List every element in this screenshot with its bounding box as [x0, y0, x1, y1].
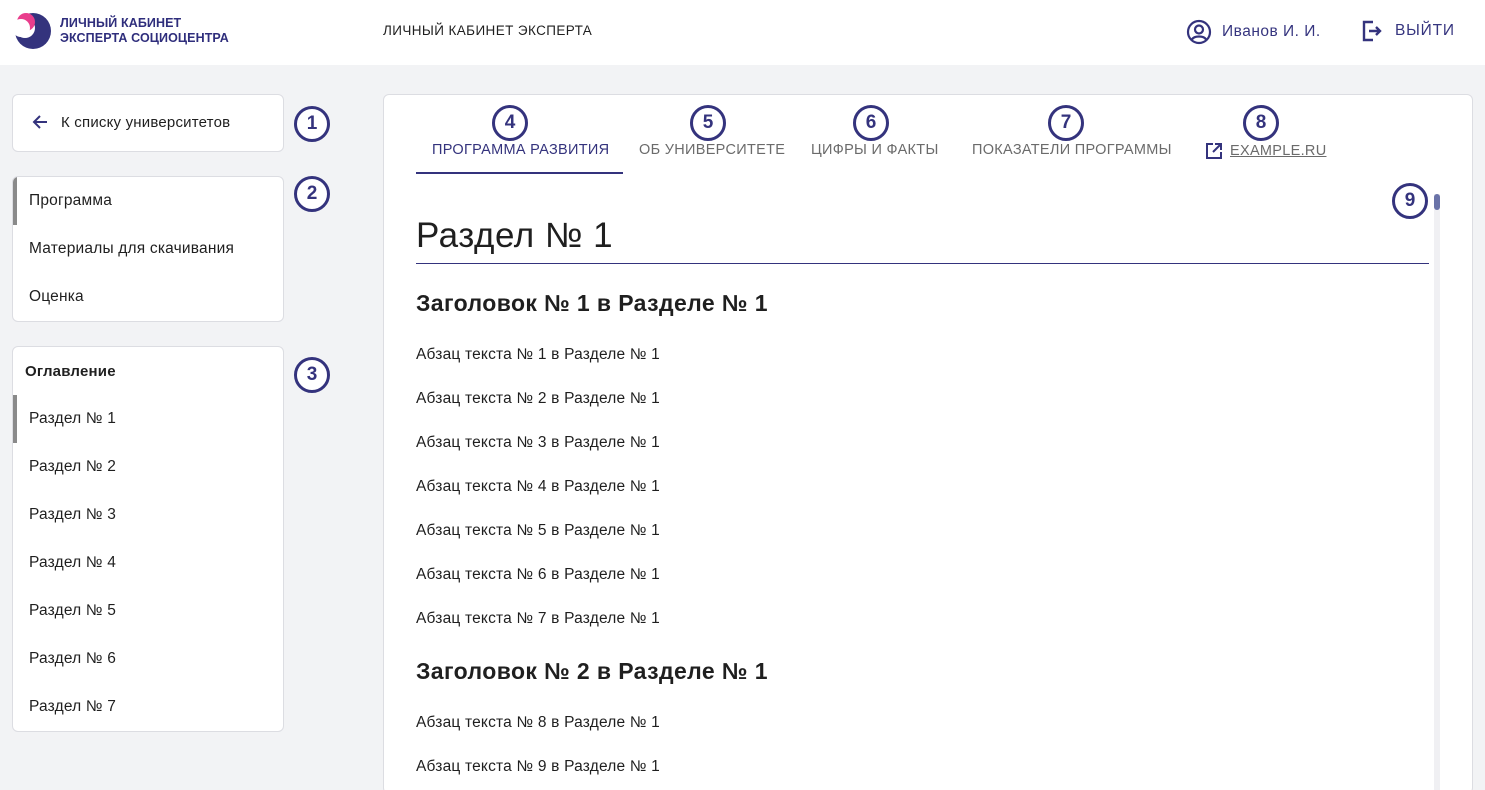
toc-title: Оглавление: [25, 363, 116, 380]
tab-label: ОБ УНИВЕРСИТЕТЕ: [639, 142, 786, 158]
nav-item-label: Программа: [29, 192, 113, 209]
paragraph: Абзац текста № 9 в Разделе № 1: [416, 758, 661, 775]
external-link-icon: [1206, 143, 1222, 159]
logout-icon: [1362, 20, 1382, 42]
table-of-contents: Оглавление Раздел № 1 Раздел № 2 Раздел …: [12, 346, 284, 732]
paragraph: Абзац текста № 2 в Разделе № 1: [416, 390, 661, 407]
top-header: ЛИЧНЫЙ КАБИНЕТ ЭКСПЕРТА СОЦИОЦЕНТРА ЛИЧН…: [0, 0, 1485, 65]
back-to-list-button[interactable]: К списку университетов: [31, 113, 230, 131]
logo-line-1: ЛИЧНЫЙ КАБИНЕТ: [60, 16, 182, 30]
paragraph: Абзац текста № 5 в Разделе № 1: [416, 522, 661, 539]
paragraph: Абзац текста № 6 в Разделе № 1: [416, 566, 661, 583]
toc-item-label: Раздел № 7: [29, 698, 117, 715]
toc-item-section-4[interactable]: Раздел № 4: [13, 539, 283, 587]
back-label: К списку университетов: [61, 113, 231, 131]
toc-item-section-5[interactable]: Раздел № 5: [13, 587, 283, 635]
toc-item-label: Раздел № 5: [29, 602, 117, 619]
logo-text: ЛИЧНЫЙ КАБИНЕТ ЭКСПЕРТА СОЦИОЦЕНТРА: [60, 16, 229, 46]
logo-line-2: ЭКСПЕРТА СОЦИОЦЕНТРА: [60, 31, 229, 45]
tab-label: ПРОГРАММА РАЗВИТИЯ: [432, 142, 610, 158]
section-divider: [416, 263, 1429, 264]
tab-label: ПОКАЗАТЕЛИ ПРОГРАММЫ: [972, 142, 1172, 158]
paragraph: Абзац текста № 4 в Разделе № 1: [416, 478, 661, 495]
content-heading-1: Заголовок № 1 в Разделе № 1: [416, 290, 768, 316]
user-profile[interactable]: Иванов И. И.: [1186, 19, 1321, 45]
toc-item-section-6[interactable]: Раздел № 6: [13, 635, 283, 683]
section-title: Раздел № 1: [416, 216, 614, 255]
badge-5: 5: [690, 105, 726, 141]
paragraph: Абзац текста № 7 в Разделе № 1: [416, 610, 661, 627]
toc-item-section-2[interactable]: Раздел № 2: [13, 443, 283, 491]
user-circle-icon: [1186, 19, 1212, 45]
toc-item-section-1[interactable]: Раздел № 1: [13, 395, 283, 443]
paragraph: Абзац текста № 3 в Разделе № 1: [416, 434, 661, 451]
tab-figures-facts[interactable]: ЦИФРЫ И ФАКТЫ: [811, 142, 939, 158]
badge-6: 6: [853, 105, 889, 141]
tab-label: ЦИФРЫ И ФАКТЫ: [811, 142, 939, 158]
badge-8: 8: [1243, 105, 1279, 141]
scrollbar-track[interactable]: [1434, 194, 1440, 790]
toc-item-section-7[interactable]: Раздел № 7: [13, 683, 283, 731]
toc-item-label: Раздел № 1: [29, 410, 117, 427]
logout-button[interactable]: ВЫЙТИ: [1361, 19, 1455, 43]
paragraph: Абзац текста № 1 в Разделе № 1: [416, 346, 661, 363]
header-title: ЛИЧНЫЙ КАБИНЕТ ЭКСПЕРТА: [383, 23, 593, 38]
scrollbar-thumb[interactable]: [1434, 194, 1440, 210]
toc-item-section-3[interactable]: Раздел № 3: [13, 491, 283, 539]
badge-1: 1: [294, 106, 330, 142]
badge-9: 9: [1392, 183, 1428, 219]
nav-item-label: Оценка: [29, 288, 84, 305]
tab-program-indicators[interactable]: ПОКАЗАТЕЛИ ПРОГРАММЫ: [972, 142, 1172, 158]
arrow-left-icon: [32, 115, 47, 129]
nav-item-evaluation[interactable]: Оценка: [13, 273, 283, 321]
toc-item-label: Раздел № 4: [29, 554, 117, 571]
content-heading-2: Заголовок № 2 в Разделе № 1: [416, 658, 768, 684]
nav-item-materials[interactable]: Материалы для скачивания: [13, 225, 283, 273]
nav-item-label: Материалы для скачивания: [29, 240, 235, 257]
badge-4: 4: [492, 105, 528, 141]
nav-item-program[interactable]: Программа: [13, 177, 283, 225]
tab-external-link[interactable]: EXAMPLE.RU: [1204, 141, 1326, 161]
toc-item-label: Раздел № 2: [29, 458, 117, 475]
logo-mark-icon: [12, 12, 54, 50]
user-name: Иванов И. И.: [1222, 23, 1321, 40]
badge-7: 7: [1048, 105, 1084, 141]
badge-2: 2: [294, 176, 330, 212]
tab-about-university[interactable]: ОБ УНИВЕРСИТЕТЕ: [639, 142, 785, 158]
logout-label: ВЫЙТИ: [1395, 22, 1455, 39]
logo[interactable]: ЛИЧНЫЙ КАБИНЕТ ЭКСПЕРТА СОЦИОЦЕНТРА: [12, 12, 229, 50]
toc-item-label: Раздел № 6: [29, 650, 117, 667]
section-nav: Программа Материалы для скачивания Оценк…: [12, 176, 284, 322]
badge-3: 3: [294, 357, 330, 393]
tab-development-program[interactable]: ПРОГРАММА РАЗВИТИЯ: [432, 142, 609, 158]
paragraph: Абзац текста № 8 в Разделе № 1: [416, 714, 661, 731]
active-tab-indicator: [416, 172, 623, 174]
toc-item-label: Раздел № 3: [29, 506, 117, 523]
tab-label: EXAMPLE.RU: [1230, 143, 1327, 159]
back-card: К списку университетов: [12, 94, 284, 152]
